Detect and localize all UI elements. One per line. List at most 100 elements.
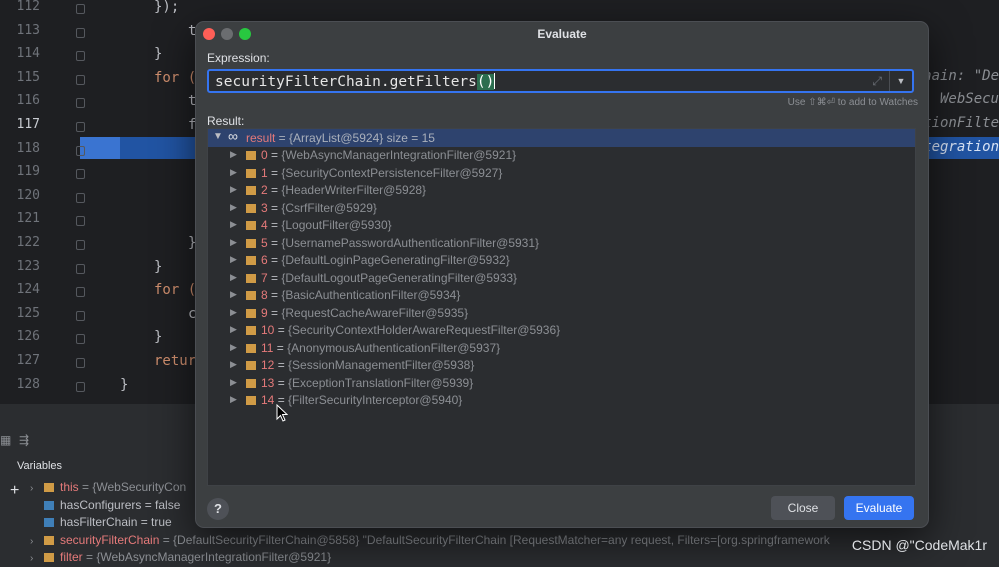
result-tree[interactable]: ▼ ∞ result = {ArrayList@5924} size = 15 … <box>207 128 916 486</box>
line-number[interactable]: 118 <box>0 141 40 156</box>
result-item-row[interactable]: ▶ 9 = {RequestCacheAwareFilter@5935} <box>208 305 915 322</box>
result-item-row[interactable]: ▶ 7 = {DefaultLogoutPageGeneratingFilter@… <box>208 270 915 287</box>
result-item-row[interactable]: ▶ 2 = {HeaderWriterFilter@5928} <box>208 182 915 199</box>
chevron-right-icon[interactable]: ▶ <box>230 377 237 388</box>
chevron-right-icon[interactable]: ▶ <box>230 184 237 195</box>
line-number[interactable]: 114 <box>0 46 40 61</box>
variable-row[interactable]: hasFilterChain = true <box>30 515 172 532</box>
result-item-row[interactable]: ▶ 8 = {BasicAuthenticationFilter@5934} <box>208 287 915 304</box>
variable-row[interactable]: › this = {WebSecurityCon <box>30 480 186 497</box>
line-number[interactable]: 124 <box>0 282 40 297</box>
chevron-right-icon[interactable]: ▶ <box>230 307 237 318</box>
help-button[interactable]: ? <box>207 498 229 520</box>
code-line[interactable]: for ( <box>154 282 196 298</box>
line-number[interactable]: 122 <box>0 235 40 250</box>
item-index: 9 <box>261 305 268 320</box>
expression-text[interactable]: securityFilterChain.getFilters() <box>215 73 496 90</box>
line-number[interactable]: 113 <box>0 23 40 38</box>
line-number[interactable]: 119 <box>0 164 40 179</box>
fold-marker-icon[interactable] <box>76 381 85 392</box>
fold-marker-icon[interactable] <box>76 216 85 227</box>
history-dropdown-icon[interactable]: ▼ <box>889 71 912 91</box>
chevron-right-icon[interactable]: ▶ <box>230 324 237 335</box>
fold-marker-icon[interactable] <box>76 98 85 109</box>
evaluate-button[interactable]: Evaluate <box>844 496 914 520</box>
result-item-row[interactable]: ▶ 0 = {WebAsyncManagerIntegrationFilter@5… <box>208 147 915 164</box>
result-item-row[interactable]: ▶ 1 = {SecurityContextPersistenceFilter@5… <box>208 165 915 182</box>
line-number[interactable]: 126 <box>0 329 40 344</box>
fold-marker-icon[interactable] <box>76 310 85 321</box>
line-number[interactable]: 112 <box>0 0 40 14</box>
result-root-row[interactable]: ▼ ∞ result = {ArrayList@5924} size = 15 <box>208 129 915 147</box>
line-number[interactable]: 116 <box>0 93 40 108</box>
chevron-right-icon[interactable]: ▶ <box>230 202 237 213</box>
result-item-row[interactable]: ▶ 14 = {FilterSecurityInterceptor@5940} <box>208 392 915 409</box>
fold-marker-icon[interactable] <box>76 169 85 180</box>
chevron-right-icon[interactable]: ▶ <box>230 359 237 370</box>
code-line[interactable]: } <box>120 377 128 393</box>
line-number[interactable]: 120 <box>0 188 40 203</box>
line-number[interactable]: 121 <box>0 211 40 226</box>
chevron-right-icon[interactable]: › <box>30 483 44 494</box>
variable-value: = {DefaultSecurityFilterChain@5858} "Def… <box>159 532 830 547</box>
result-item-row[interactable]: ▶ 13 = {ExceptionTranslationFilter@5939} <box>208 375 915 392</box>
code-line[interactable]: } <box>154 329 162 345</box>
code-line[interactable]: } <box>154 46 162 62</box>
chevron-right-icon[interactable]: ▶ <box>230 219 237 230</box>
chevron-right-icon[interactable]: ▶ <box>230 254 237 265</box>
threads-icon[interactable]: ⇶ <box>19 433 29 447</box>
fold-marker-icon[interactable] <box>76 51 85 62</box>
result-item-row[interactable]: ▶ 12 = {SessionManagementFilter@5938} <box>208 357 915 374</box>
expression-input[interactable]: securityFilterChain.getFilters() ⤢ ▼ <box>207 69 914 93</box>
chevron-right-icon[interactable]: ▶ <box>230 167 237 178</box>
chevron-right-icon[interactable]: ▶ <box>230 149 237 160</box>
result-item-row[interactable]: ▶ 5 = {UsernamePasswordAuthenticationFilt… <box>208 235 915 252</box>
result-item-row[interactable]: ▶ 3 = {CsrfFilter@5929} <box>208 200 915 217</box>
fold-marker-icon[interactable] <box>76 122 85 132</box>
code-line[interactable]: } <box>154 259 162 275</box>
fold-marker-icon[interactable] <box>76 74 85 85</box>
code-line[interactable]: }); <box>154 0 179 15</box>
chevron-right-icon[interactable]: ▶ <box>230 342 237 353</box>
line-number[interactable]: 123 <box>0 259 40 274</box>
line-number[interactable]: 115 <box>0 70 40 85</box>
variable-row[interactable]: hasConfigurers = false <box>30 498 180 515</box>
add-watch-icon[interactable]: + <box>10 482 19 500</box>
fold-marker-icon[interactable] <box>76 192 85 203</box>
fold-marker-icon[interactable] <box>76 263 85 274</box>
fold-marker-icon[interactable] <box>76 4 85 14</box>
code-line[interactable]: for ( <box>154 70 196 86</box>
line-number[interactable]: 125 <box>0 306 40 321</box>
chevron-right-icon[interactable]: ▶ <box>230 272 237 283</box>
result-item-row[interactable]: ▶ 11 = {AnonymousAuthenticationFilter@593… <box>208 340 915 357</box>
item-index: 4 <box>261 218 268 232</box>
chevron-right-icon[interactable]: ▶ <box>230 394 237 405</box>
result-item-row[interactable]: ▶ 4 = {LogoutFilter@5930} <box>208 217 915 234</box>
fold-marker-icon[interactable] <box>76 27 85 38</box>
code-line[interactable]: retur <box>154 353 196 369</box>
item-value: {AnonymousAuthenticationFilter@5937} <box>287 340 501 355</box>
fold-marker-icon[interactable] <box>76 334 85 345</box>
line-number[interactable]: 127 <box>0 353 40 368</box>
variable-row[interactable]: › securityFilterChain = {DefaultSecurityF… <box>30 533 830 550</box>
result-item-row[interactable]: ▶ 6 = {DefaultLoginPageGeneratingFilter@5… <box>208 252 915 269</box>
chevron-right-icon[interactable]: ▶ <box>230 237 237 248</box>
fold-marker-icon[interactable] <box>76 145 85 156</box>
field-icon <box>44 553 54 562</box>
chevron-right-icon[interactable]: ▶ <box>230 289 237 300</box>
dialog-titlebar[interactable]: Evaluate <box>196 22 928 46</box>
field-icon <box>246 308 256 318</box>
expand-editor-icon[interactable]: ⤢ <box>872 74 882 89</box>
close-button[interactable]: Close <box>771 496 835 520</box>
chevron-right-icon[interactable]: › <box>30 536 44 547</box>
fold-marker-icon[interactable] <box>76 358 85 368</box>
fold-marker-icon[interactable] <box>76 240 85 250</box>
line-number[interactable]: 128 <box>0 377 40 392</box>
result-item-row[interactable]: ▶ 10 = {SecurityContextHolderAwareRequest… <box>208 322 915 339</box>
line-number[interactable]: 117 <box>0 117 40 132</box>
chevron-down-icon[interactable]: ▼ <box>213 131 223 142</box>
fold-marker-icon[interactable] <box>76 287 85 298</box>
layout-icon[interactable]: ▦ <box>0 433 11 447</box>
equals-sign: = <box>274 375 289 390</box>
field-icon <box>246 396 256 405</box>
